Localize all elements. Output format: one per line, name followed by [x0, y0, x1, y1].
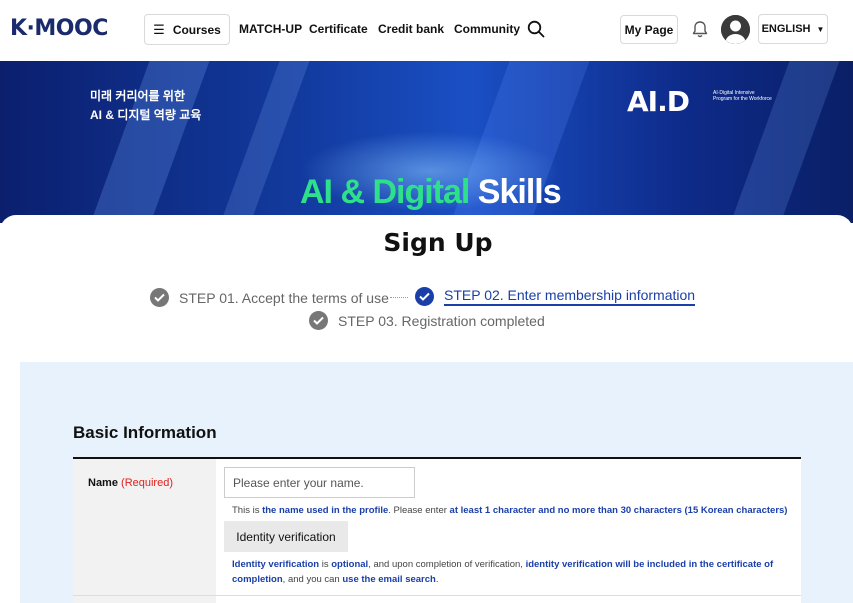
aid-logo-subtitle: AI·Digital Intensive Program for the Wor… [713, 90, 772, 102]
bell-icon[interactable] [690, 19, 710, 39]
courses-label: Courses [172, 22, 221, 37]
site-header: K·MOOC ☰ Courses MATCH-UP Certificate Cr… [0, 0, 853, 61]
check-circle-icon [150, 288, 169, 307]
language-select[interactable]: ENGLISH ▼ [758, 14, 828, 44]
courses-menu-button[interactable]: ☰ Courses [144, 14, 230, 45]
banner-title: AI & Digital Skills [300, 173, 562, 211]
section-title: Basic Information [73, 423, 217, 442]
nav-community[interactable]: Community [454, 22, 520, 36]
step-1: STEP 01. Accept the terms of use [150, 288, 389, 307]
nav-match-up[interactable]: MATCH-UP [239, 22, 302, 36]
aid-logo: AI.D [627, 85, 690, 118]
avatar[interactable] [721, 15, 750, 44]
kmooc-logo[interactable]: K·MOOC [10, 16, 108, 41]
nav-credit-bank[interactable]: Credit bank [378, 22, 444, 36]
basic-info-table: Name (Required) This is the name used in… [73, 457, 801, 603]
step-2: STEP 02. Enter membership information [415, 287, 696, 306]
name-label: Name (Required) [88, 477, 173, 489]
check-circle-icon [309, 311, 328, 330]
my-page-button[interactable]: My Page [620, 15, 678, 44]
identity-verification-button[interactable]: Identity verification [224, 521, 348, 552]
name-input[interactable] [224, 467, 415, 498]
name-help-text: This is the name used in the profile. Pl… [232, 505, 788, 516]
caret-down-icon: ▼ [816, 24, 825, 34]
nav-certificate[interactable]: Certificate [309, 22, 368, 36]
page-title: Sign Up [383, 228, 493, 257]
banner-tagline: 미래 커리어를 위한 AI & 디지털 역량 교육 [90, 89, 202, 122]
user-icon [721, 15, 750, 44]
hero-banner: 미래 커리어를 위한 AI & 디지털 역량 교육 AI.D AI·Digita… [0, 61, 853, 223]
identity-help-text: Identity verification is optional, and u… [232, 559, 774, 585]
step-3: STEP 03. Registration completed [309, 311, 545, 330]
search-icon[interactable] [527, 20, 545, 38]
row-divider [73, 595, 801, 596]
check-circle-icon [415, 287, 434, 306]
language-label: ENGLISH [761, 23, 811, 35]
required-marker: (Required) [121, 477, 173, 489]
hamburger-icon: ☰ [153, 21, 165, 37]
